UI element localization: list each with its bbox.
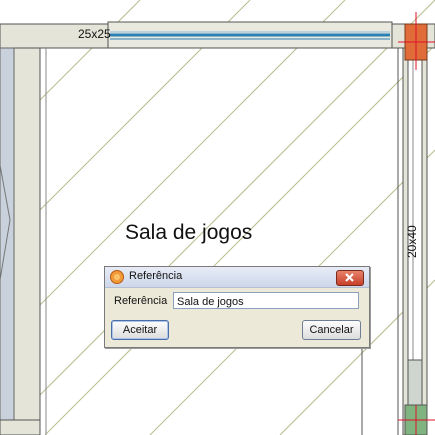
close-icon: [345, 273, 354, 282]
hatch-lines: [0, 0, 435, 435]
close-button[interactable]: [336, 270, 364, 286]
app-icon: [110, 270, 124, 284]
floor-plan: [0, 0, 435, 435]
room-label[interactable]: Sala de jogos: [125, 222, 252, 243]
reference-field-label: Referência: [114, 295, 168, 307]
cancel-button[interactable]: Cancelar: [302, 320, 361, 340]
dialog-title: Referência: [129, 270, 183, 282]
drawing-canvas[interactable]: 25x25 20x40 Sala de jogos Referência Ref…: [0, 0, 435, 435]
beam-dimension-label: 25x25: [78, 27, 111, 41]
left-panel: [0, 47, 15, 421]
dialog-titlebar[interactable]: Referência: [105, 267, 369, 288]
wall-dimension-label: 20x40: [405, 225, 419, 258]
reference-input[interactable]: [173, 292, 359, 309]
reference-dialog: Referência Referência Aceitar Cancelar: [104, 266, 370, 348]
ok-button[interactable]: Aceitar: [111, 320, 169, 340]
